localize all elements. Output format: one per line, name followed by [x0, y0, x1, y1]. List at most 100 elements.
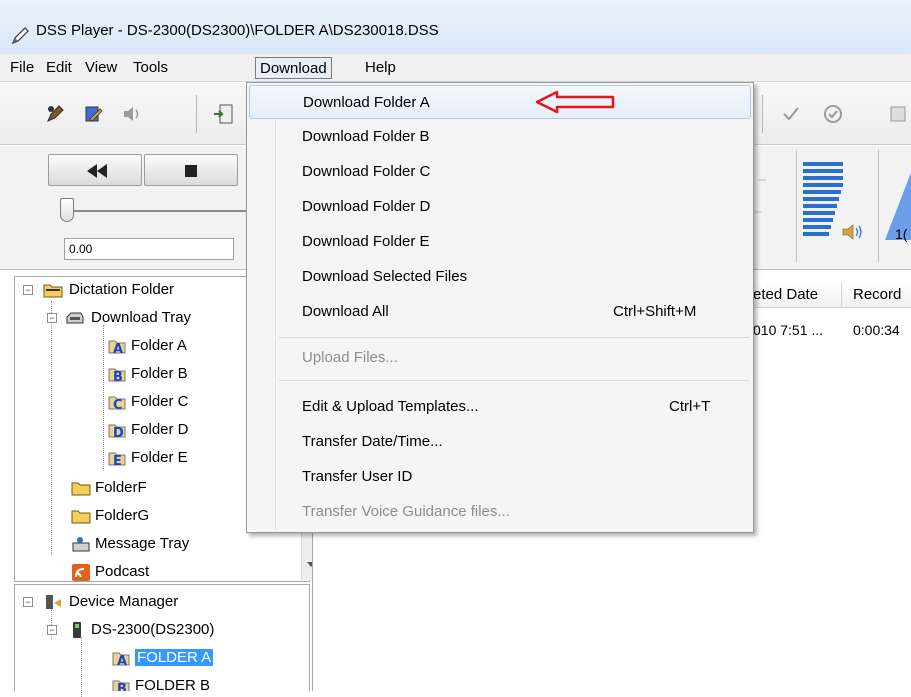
menu-item-edit-upload-templates[interactable]: Edit & Upload Templates... Ctrl+T — [249, 390, 751, 424]
speaker-icon[interactable] — [118, 101, 144, 127]
menu-item-label: Edit & Upload Templates... — [302, 398, 479, 415]
menu-help[interactable]: Help — [361, 57, 400, 79]
rewind-icon — [87, 164, 107, 178]
menu-item-shortcut: Ctrl+T — [669, 398, 711, 415]
menu-item-label: Transfer Voice Guidance files... — [302, 503, 510, 520]
svg-text:B: B — [113, 370, 123, 383]
svg-text:D: D — [113, 426, 124, 439]
folder-e-icon: E — [108, 452, 126, 467]
folder-icon — [71, 510, 91, 524]
menu-item-download-all[interactable]: Download All Ctrl+Shift+M — [249, 295, 751, 329]
menu-item-label: Download Folder A — [303, 94, 430, 111]
collapse-toggle[interactable]: − — [47, 625, 57, 635]
svg-text:C: C — [113, 398, 123, 411]
menu-tools[interactable]: Tools — [129, 57, 172, 79]
cancel-icon[interactable] — [820, 101, 846, 127]
tree-item-device-folder-a[interactable]: A FOLDER A — [15, 647, 295, 671]
folder-b-icon: B — [108, 368, 126, 383]
column-header-record[interactable]: Record — [853, 286, 901, 303]
menu-item-label: Download Folder D — [302, 198, 431, 215]
menu-item-download-folder-c[interactable]: Download Folder C — [249, 155, 751, 189]
menu-edit[interactable]: Edit — [42, 57, 76, 79]
download-menu: Download Folder A Download Folder B Down… — [246, 82, 754, 533]
edit-icon[interactable] — [80, 101, 106, 127]
stop-icon — [185, 165, 197, 177]
tree-label: Folder E — [131, 449, 188, 466]
svg-text:A: A — [113, 342, 123, 355]
volume-control[interactable]: 1( — [878, 150, 911, 262]
tree-label: Message Tray — [95, 535, 190, 552]
cell-length: 0:00:34 — [853, 322, 900, 338]
tree-label: Device Manager — [69, 593, 179, 610]
message-tray-icon — [72, 537, 90, 552]
document-icon[interactable] — [885, 101, 911, 127]
tree-item-message-tray[interactable]: Message Tray — [15, 533, 295, 557]
column-separator[interactable] — [841, 282, 842, 308]
position-slider-track[interactable] — [64, 210, 254, 212]
collapse-toggle[interactable]: − — [23, 597, 33, 607]
folder-icon — [43, 284, 63, 298]
tree-item-device[interactable]: − DS-2300(DS2300) — [15, 619, 295, 643]
menu-item-label: Download Folder B — [302, 128, 430, 145]
window-title: DSS Player - DS-2300(DS2300)\FOLDER A\DS… — [36, 22, 439, 39]
toolbar-separator — [196, 95, 197, 133]
folder-a-icon: A — [112, 652, 130, 667]
collapse-toggle[interactable]: − — [23, 285, 33, 295]
menu-item-download-folder-e[interactable]: Download Folder E — [249, 225, 751, 259]
volume-wedge — [885, 172, 911, 240]
menu-item-download-folder-d[interactable]: Download Folder D — [249, 190, 751, 224]
menu-file[interactable]: File — [6, 57, 38, 79]
recorder-icon — [73, 622, 81, 638]
tree-item-device-manager[interactable]: − Device Manager — [15, 591, 295, 615]
menu-bar: File Edit View Tools Download Help — [0, 54, 911, 82]
folder-a-icon: A — [108, 340, 126, 355]
menu-item-shortcut: Ctrl+Shift+M — [613, 303, 697, 320]
menu-item-label: Transfer Date/Time... — [302, 433, 443, 450]
time-readout: 0.00 — [64, 238, 234, 260]
menu-item-transfer-user-id[interactable]: Transfer User ID — [249, 460, 751, 494]
level-meter — [796, 150, 874, 262]
stop-button[interactable] — [144, 154, 238, 186]
menu-item-transfer-voice-guidance[interactable]: Transfer Voice Guidance files... — [249, 495, 751, 529]
pen-icon — [11, 27, 29, 45]
svg-text:B: B — [117, 682, 127, 691]
tree-label: Folder A — [131, 337, 187, 354]
column-header-date[interactable]: eted Date — [753, 286, 818, 303]
menu-separator — [279, 380, 749, 381]
rewind-button[interactable] — [48, 154, 142, 186]
menu-item-transfer-date-time[interactable]: Transfer Date/Time... — [249, 425, 751, 459]
podcast-icon — [72, 564, 90, 581]
svg-text:E: E — [113, 454, 122, 467]
folder-c-icon: C — [108, 396, 126, 411]
toolbar-separator — [762, 95, 763, 133]
check-icon[interactable] — [778, 101, 804, 127]
cell-date: 010 7:51 ... — [753, 322, 824, 338]
tree-label: Dictation Folder — [69, 281, 175, 298]
collapse-toggle[interactable]: − — [47, 313, 57, 323]
tree-label: FolderG — [95, 507, 150, 524]
tree-label: Podcast — [95, 563, 150, 580]
menu-item-upload-files[interactable]: Upload Files... — [249, 341, 751, 375]
menu-item-download-folder-a[interactable]: Download Folder A — [249, 85, 751, 119]
tree-label: FOLDER B — [135, 677, 211, 691]
title-bar: DSS Player - DS-2300(DS2300)\FOLDER A\DS… — [0, 0, 911, 54]
tree-item-podcast[interactable]: Podcast — [15, 561, 295, 581]
dictate-icon[interactable] — [42, 101, 68, 127]
position-slider-thumb[interactable] — [60, 198, 74, 222]
device-tree-pane: − Device Manager − DS-2300(DS2300) A FOL… — [14, 584, 310, 697]
menu-item-label: Download Folder E — [302, 233, 430, 250]
folder-d-icon: D — [108, 424, 126, 439]
tree-label-selected: FOLDER A — [135, 649, 214, 666]
folder-icon — [71, 482, 91, 496]
menu-item-download-folder-b[interactable]: Download Folder B — [249, 120, 751, 154]
menu-view[interactable]: View — [81, 57, 121, 79]
tree-label: Folder C — [131, 393, 189, 410]
menu-separator — [279, 337, 749, 338]
tree-item-device-folder-b[interactable]: B FOLDER B — [15, 675, 295, 691]
import-icon[interactable] — [210, 101, 236, 127]
folder-b-icon: B — [112, 680, 130, 691]
tree-label: Folder B — [131, 365, 188, 382]
menu-download[interactable]: Download — [255, 57, 332, 79]
menu-item-download-selected-files[interactable]: Download Selected Files — [249, 260, 751, 294]
menu-item-label: Download All — [302, 303, 389, 320]
